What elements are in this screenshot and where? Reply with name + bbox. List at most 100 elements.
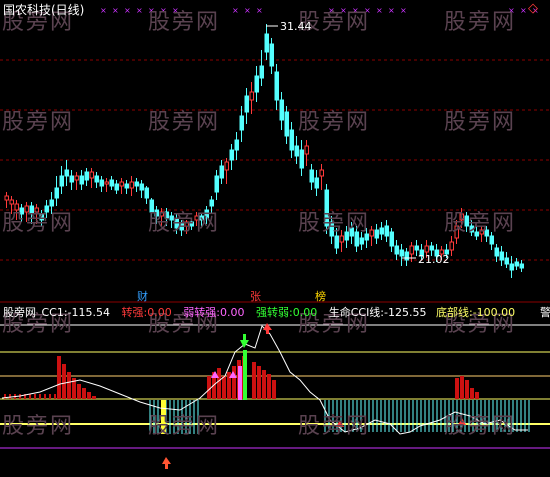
histogram-bar [77, 384, 81, 399]
candle-body [429, 245, 434, 251]
event-x-marker: × [136, 6, 143, 15]
candle-body [144, 187, 149, 199]
candle-body [409, 245, 414, 255]
candle-body [274, 71, 279, 101]
event-x-marker: × [376, 6, 383, 15]
life-cci-label: 生命CCI线: [328, 306, 385, 319]
candle-body [94, 175, 99, 183]
watermark: 股旁网 [148, 211, 221, 236]
marker-zhang[interactable]: 张 [250, 288, 261, 304]
green-signal-bar [243, 350, 247, 400]
candle-body [104, 181, 109, 185]
candle-body [504, 257, 509, 265]
candle-body [214, 175, 219, 193]
candle-body [234, 139, 239, 151]
candle-body [334, 235, 339, 249]
histogram-bar [267, 374, 271, 399]
candle-body [9, 199, 14, 205]
candle-body [254, 75, 259, 93]
candle-body [279, 99, 284, 121]
histogram-bar [460, 376, 464, 399]
candle-body [74, 175, 79, 181]
event-x-marker: × [232, 6, 239, 15]
histogram-bar [232, 366, 236, 399]
candle-body [4, 195, 9, 201]
qiangzhuanruo-label: 强转弱: [255, 306, 293, 319]
candle-body [494, 247, 499, 257]
cci-value: -115.54 [67, 306, 111, 319]
histogram-bar [475, 392, 479, 399]
up-arrow-icon [162, 457, 171, 469]
magenta-signal-bar [238, 366, 242, 400]
candle-body [389, 231, 394, 247]
histogram-bar [262, 370, 266, 399]
candle-body [134, 181, 139, 187]
candle-body [99, 179, 104, 187]
watermark: 股旁网 [148, 414, 221, 439]
watermark: 股旁网 [444, 10, 517, 35]
candle-body [129, 181, 134, 189]
candle-body [404, 251, 409, 261]
event-x-marker: × [520, 6, 527, 15]
candle-body [394, 245, 399, 255]
watermark: 股旁网 [298, 211, 371, 236]
candle-body [124, 183, 129, 189]
candle-body [359, 237, 364, 245]
watermark: 股旁网 [148, 10, 221, 35]
event-x-marker: × [244, 6, 251, 15]
chart-title: 国农科技(日线) [3, 3, 85, 17]
histogram-bar [252, 362, 256, 399]
candle-body [79, 175, 84, 185]
ruozhuanqiang-label: 弱转强: [183, 306, 220, 319]
histogram-bar [455, 378, 459, 399]
histogram-bar [82, 388, 86, 399]
price-high-label: 31.44 [280, 20, 312, 33]
candle-body [519, 263, 524, 269]
price-low-label: 21.02 [418, 253, 450, 266]
candle-body [139, 183, 144, 191]
candle-body [64, 169, 69, 177]
histogram-bar [222, 376, 226, 399]
candle-body [514, 261, 519, 267]
candle-body [319, 169, 324, 177]
marker-bang[interactable]: 榜 [315, 288, 326, 304]
watermark: 股旁网 [444, 211, 517, 236]
candle-body [289, 129, 294, 151]
diamond-icon: ◇ [528, 1, 538, 16]
candle-body [379, 227, 384, 235]
histogram-bar [67, 372, 71, 399]
candle-body [84, 171, 89, 181]
candle-body [69, 175, 74, 183]
zhuanqiang-label: 转强: [121, 306, 148, 319]
event-x-marker: × [124, 6, 131, 15]
candle-body [314, 177, 319, 189]
watermark: 股旁网 [298, 110, 371, 135]
candle-body [399, 249, 404, 257]
candle-body [119, 181, 124, 187]
candle-body [259, 65, 264, 79]
candle-body [369, 229, 374, 237]
candle-body [384, 225, 389, 237]
marker-cai[interactable]: 财 [137, 288, 148, 304]
candle-body [54, 187, 59, 199]
histogram-bar [272, 380, 276, 399]
watermark: 股旁网 [2, 211, 75, 236]
histogram-bar [92, 396, 96, 399]
event-x-marker: × [400, 6, 407, 15]
bottom-line-label: 底部线: [435, 306, 473, 319]
cci-label: CC1: [41, 306, 68, 319]
candle-body [509, 263, 514, 271]
indicator-header: 股旁网 CC1:-115.54 转强:0.00 弱转强:0.00 强转弱:0.0… [3, 306, 515, 320]
watermark: 股旁网 [2, 414, 75, 439]
candle-body [424, 245, 429, 253]
candle-body [114, 183, 119, 191]
histogram-bar [257, 366, 261, 399]
candle-body [109, 179, 114, 187]
watermark: 股旁网 [444, 414, 517, 439]
watermark: 股旁网 [148, 110, 221, 135]
candle-body [284, 111, 289, 137]
histogram-bar [62, 364, 66, 399]
watermark: 股旁网 [444, 110, 517, 135]
candle-body [449, 241, 454, 251]
candle-body [249, 91, 254, 101]
